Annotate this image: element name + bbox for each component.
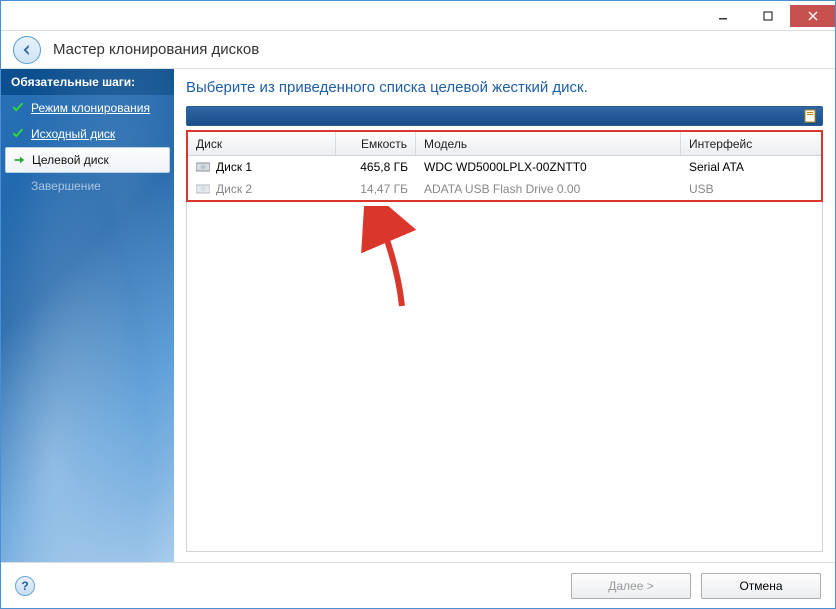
step-label: Режим клонирования xyxy=(31,101,150,115)
cell-disk: Диск 1 xyxy=(216,160,252,174)
table-row[interactable]: Диск 1 465,8 ГБ WDC WD5000LPLX-00ZNTT0 S… xyxy=(188,156,821,178)
close-button[interactable] xyxy=(790,5,835,27)
cell-model: WDC WD5000LPLX-00ZNTT0 xyxy=(416,158,681,176)
next-button[interactable]: Далее > xyxy=(571,573,691,599)
table-header: Диск Емкость Модель Интерфейс xyxy=(188,132,821,156)
cell-capacity: 14,47 ГБ xyxy=(336,180,416,198)
main-panel: Выберите из приведенного списка целевой … xyxy=(174,69,835,562)
cancel-button[interactable]: Отмена xyxy=(701,573,821,599)
check-icon xyxy=(11,127,25,141)
sidebar-step-source-disk[interactable]: Исходный диск xyxy=(1,121,174,147)
sidebar: Обязательные шаги: Режим клонирования Ис… xyxy=(1,69,174,562)
back-button[interactable] xyxy=(13,36,41,64)
minimize-button[interactable] xyxy=(700,5,745,27)
properties-icon[interactable] xyxy=(804,109,818,123)
instruction-text: Выберите из приведенного списка целевой … xyxy=(186,79,823,96)
sidebar-step-clone-mode[interactable]: Режим клонирования xyxy=(1,95,174,121)
th-interface[interactable]: Интерфейс xyxy=(681,132,821,155)
sidebar-step-finish: Завершение xyxy=(1,173,174,199)
page-title: Мастер клонирования дисков xyxy=(53,41,259,58)
th-model[interactable]: Модель xyxy=(416,132,681,155)
blank-icon xyxy=(11,179,25,193)
check-icon xyxy=(11,101,25,115)
arrow-right-icon xyxy=(12,153,26,167)
cell-capacity: 465,8 ГБ xyxy=(336,158,416,176)
table-row[interactable]: Диск 2 14,47 ГБ ADATA USB Flash Drive 0.… xyxy=(188,178,821,200)
step-label: Завершение xyxy=(31,179,101,193)
table-body-area xyxy=(186,202,823,552)
header: Мастер клонирования дисков xyxy=(1,31,835,69)
cell-disk: Диск 2 xyxy=(216,182,252,196)
sidebar-step-target-disk[interactable]: Целевой диск xyxy=(5,147,170,173)
cell-model: ADATA USB Flash Drive 0.00 xyxy=(416,180,681,198)
step-label: Целевой диск xyxy=(32,153,109,167)
footer: ? Далее > Отмена xyxy=(1,562,835,608)
cell-interface: USB xyxy=(681,180,821,198)
help-button[interactable]: ? xyxy=(15,576,35,596)
annotation-arrow-icon xyxy=(347,206,427,316)
body: Обязательные шаги: Режим клонирования Ис… xyxy=(1,69,835,562)
titlebar xyxy=(1,1,835,31)
cell-interface: Serial ATA xyxy=(681,158,821,176)
step-label: Исходный диск xyxy=(31,127,115,141)
maximize-button[interactable] xyxy=(745,5,790,27)
wizard-window: Мастер клонирования дисков Обязательные … xyxy=(0,0,836,609)
th-capacity[interactable]: Емкость xyxy=(336,132,416,155)
th-disk[interactable]: Диск xyxy=(188,132,336,155)
disk-layout-band xyxy=(186,106,823,126)
disk-table: Диск Емкость Модель Интерфейс Диск 1 465… xyxy=(186,130,823,202)
disk-icon xyxy=(196,161,210,173)
disk-icon xyxy=(196,183,210,195)
sidebar-header: Обязательные шаги: xyxy=(1,69,174,95)
